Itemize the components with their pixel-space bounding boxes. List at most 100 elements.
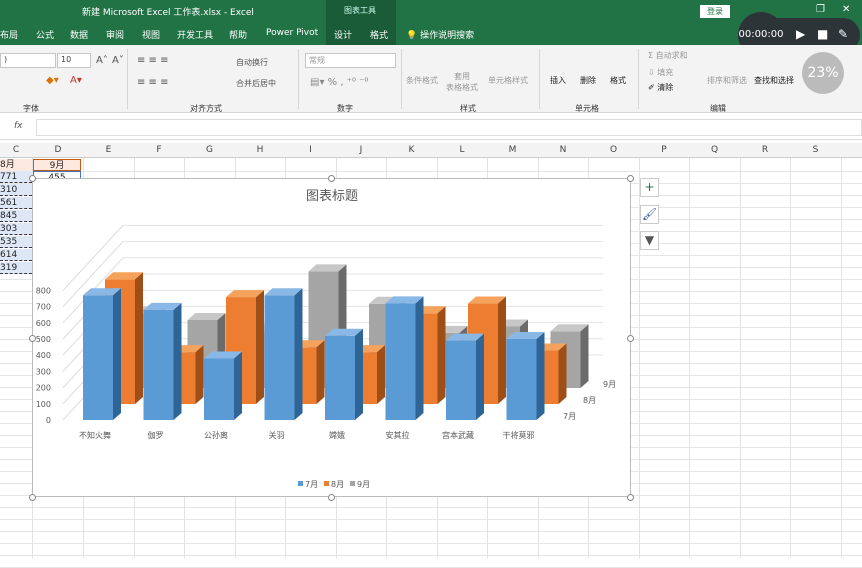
column-header-R[interactable]: R [740,145,790,155]
chart-filter-icon[interactable]: ▼ [640,231,659,250]
tab-power-pivot[interactable]: Power Pivot [266,28,318,38]
resize-handle[interactable] [328,175,335,182]
format-button[interactable]: 格式 [610,75,626,86]
tab-developer[interactable]: 开发工具 [177,28,213,41]
stop-icon[interactable]: ■ [817,27,828,41]
y-tick-label: 0 [46,416,51,425]
fill-button[interactable]: ⇩ 填充 [648,67,673,78]
cell-C3[interactable]: 310 [0,184,32,196]
column-header-L[interactable]: L [437,145,487,155]
resize-handle[interactable] [627,335,634,342]
column-header-Q[interactable]: Q [690,145,740,155]
column-header-K[interactable]: K [387,145,437,155]
restore-icon[interactable]: ❐ [816,4,825,15]
x-category-label: 关羽 [269,430,285,440]
font-color-icon[interactable]: A▾ [70,75,82,86]
align-left-icon[interactable]: ≡ ≡ ≡ [137,77,169,88]
resize-handle[interactable] [29,494,36,501]
tab-view[interactable]: 视图 [142,28,160,41]
y-tick-label: 600 [36,319,51,328]
font-size-select[interactable]: 10 [57,53,91,68]
column-header-F[interactable]: F [134,145,184,155]
cell-D1[interactable]: 9月 [33,159,81,171]
column-header-J[interactable]: J [336,145,386,155]
column-header-O[interactable]: O [589,145,639,155]
cell-C2[interactable]: 771 [0,171,32,183]
cell-C5[interactable]: 845 [0,210,32,222]
find-select-button[interactable]: 查找和选择 [754,75,794,86]
percent-icon[interactable]: ▤▾ % , ⁺⁰ ⁻⁰ [310,77,368,88]
window-title: 新建 Microsoft Excel 工作表.xlsx - Excel [82,8,254,18]
bar-side [234,351,242,420]
legend-label: 7月 [305,480,318,489]
ribbon-tabs: 布局 公式 数据 审阅 视图 开发工具 帮助 Power Pivot 设计 格式… [0,22,862,45]
close-icon[interactable]: ✕ [842,4,850,15]
column-header-H[interactable]: H [235,145,285,155]
bar-side [580,324,589,388]
tell-me-label: 操作说明搜索 [420,31,475,41]
column-header-N[interactable]: N [538,145,588,155]
formula-input[interactable] [36,119,862,136]
autosum-button[interactable]: Σ 自动求和 [648,50,688,61]
tab-formulas[interactable]: 公式 [36,28,54,41]
clear-button[interactable]: ✐ 清除 [648,82,673,93]
resize-handle[interactable] [627,175,634,182]
bar-side [536,332,545,420]
column-header-C[interactable]: C [0,145,32,155]
login-button[interactable]: 登录 [700,5,730,18]
column-header-I[interactable]: I [286,145,336,155]
legend-swatch [298,481,303,486]
bar-7月-7 [506,339,537,420]
chart-styles-brush-icon[interactable]: 🖌 [640,205,659,224]
cell-C6[interactable]: 303 [0,223,32,235]
tab-data[interactable]: 数据 [70,28,88,41]
tab-review[interactable]: 审阅 [106,28,124,41]
column-header-S[interactable]: S [791,145,841,155]
resize-handle[interactable] [328,494,335,501]
bar-side [195,345,204,404]
cell-style-button[interactable]: 单元格样式 [488,75,528,86]
shrink-font-icon[interactable]: A˅ [112,55,124,66]
column-header-G[interactable]: G [185,145,235,155]
gridline [0,531,862,532]
bar-7月-5 [385,303,416,420]
insert-button[interactable]: 插入 [550,75,566,86]
cell-C8[interactable]: 614 [0,249,32,261]
align-top-icon[interactable]: ≡ ≡ ≡ [137,55,169,66]
fx-icon[interactable]: fx [14,121,23,131]
cell-C4[interactable]: 561 [0,197,32,209]
resize-handle[interactable] [29,335,36,342]
column-header-D[interactable]: D [33,145,83,155]
tab-design[interactable]: 设计 [334,28,352,41]
fill-color-icon[interactable]: ◆▾ [46,75,59,86]
number-format-select[interactable]: 常规 [305,53,396,68]
wrap-text-button[interactable]: 自动换行 [236,57,268,68]
tab-help[interactable]: 帮助 [229,28,247,41]
tab-format[interactable]: 格式 [370,28,388,41]
font-name-select[interactable]: ) [0,53,56,68]
resize-handle[interactable] [627,494,634,501]
chart-area[interactable]: 图表标题 0 100 200 300 400 500 600 700 800 不知火舞 伽罗 公孙离 关羽… [32,178,631,497]
column-header-P[interactable]: P [639,145,689,155]
grow-font-icon[interactable]: A˄ [96,55,108,66]
tab-layout[interactable]: 布局 [0,28,18,41]
delete-button[interactable]: 删除 [580,75,596,86]
chart-elements-plus-icon[interactable]: + [640,178,659,197]
bar-side [294,288,303,420]
cell-C1[interactable]: 8月 [0,159,32,171]
table-format-button[interactable]: 套用 表格格式 [446,71,478,93]
merge-center-button[interactable]: 合并后居中 [236,78,276,89]
cell-C7[interactable]: 535 [0,236,32,248]
column-header-M[interactable]: M [488,145,538,155]
resize-handle[interactable] [29,175,36,182]
sort-filter-button[interactable]: 排序和筛选 [707,75,747,86]
legend-swatch [350,481,355,486]
tell-me[interactable]: 💡 操作说明搜索 [406,28,474,41]
column-header-E[interactable]: E [84,145,134,155]
bar-side [316,340,325,404]
play-icon[interactable]: ▶ [796,27,805,41]
pen-icon[interactable]: ✎ [838,27,848,41]
conditional-format-button[interactable]: 条件格式 [406,75,438,86]
group-number: 数字 [337,104,353,113]
cell-C9[interactable]: 319 [0,262,32,274]
